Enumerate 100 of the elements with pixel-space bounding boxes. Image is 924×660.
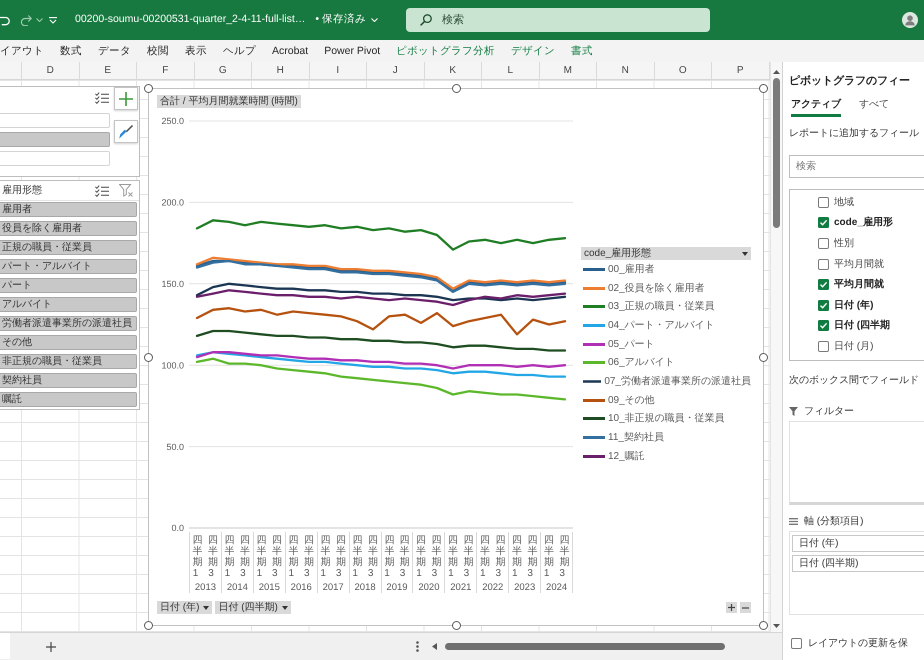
slicer-item[interactable]: 正規の職員・従業員 [0, 240, 137, 255]
resize-handle[interactable] [144, 84, 153, 93]
axis-field-button[interactable]: 日付 (四半期) [215, 601, 291, 614]
slicer-item[interactable]: 嘱託 [0, 392, 137, 407]
y-axis-label: 150.0 [161, 279, 184, 289]
year-label: 2021 [449, 582, 472, 593]
search-field[interactable]: 検索 [789, 155, 924, 178]
chart-styles-button[interactable] [114, 120, 138, 143]
field-checkbox[interactable]: 地域 [818, 192, 924, 213]
column-header[interactable]: M [540, 62, 597, 79]
ribbon-tab[interactable]: 表示 [177, 40, 215, 62]
save-status-button[interactable]: • 保存済み [315, 13, 378, 27]
defer-update-checkbox[interactable]: レイアウトの更新を保 [789, 637, 924, 650]
clear-filter-icon[interactable] [119, 184, 133, 197]
vertical-scrollbar[interactable] [770, 62, 782, 632]
x-axis-label: 四半期1 [416, 535, 426, 579]
column-header[interactable]: K [424, 62, 482, 79]
hint-text: 次のボックス間でフィールド [789, 374, 920, 387]
slicer-item[interactable]: その他 [0, 335, 137, 350]
column-header[interactable]: I [310, 62, 367, 79]
field-checkbox[interactable]: 平均月間就 [818, 254, 924, 274]
x-axis-label: 四半期1 [480, 535, 490, 579]
ribbon-tab[interactable]: Acrobat [264, 40, 316, 62]
resize-handle[interactable] [452, 84, 460, 93]
legend-field-button[interactable]: code_雇用形態 [581, 247, 751, 260]
slicer-item[interactable]: 雇用者 [0, 202, 137, 217]
resize-handle[interactable] [759, 84, 768, 93]
resize-handle[interactable] [144, 352, 153, 362]
resize-handle[interactable] [759, 352, 768, 362]
plus-icon [728, 604, 735, 611]
undo-icon[interactable] [0, 14, 10, 26]
chart-elements-button[interactable] [114, 87, 138, 110]
ribbon-tab[interactable]: データ [90, 40, 139, 62]
slicer-item[interactable]: 契約社員 [0, 373, 137, 388]
column-header[interactable]: D [22, 62, 80, 79]
axis-field-button[interactable]: 日付 (年) [157, 601, 212, 614]
pane-tab[interactable]: すべて [859, 98, 889, 117]
scrollbar-thumb[interactable] [773, 78, 780, 228]
slicer-item[interactable]: 非正規の職員・従業員 [0, 354, 137, 369]
slicer-item[interactable]: パート・アルバイト [0, 259, 137, 274]
redo-icon[interactable] [20, 14, 32, 26]
column-header[interactable]: E [80, 62, 137, 79]
brush-icon [119, 124, 133, 138]
ribbon-tab[interactable]: 校閲 [139, 40, 177, 62]
field-checkbox[interactable]: 日付 (月) [818, 336, 924, 357]
scroll-up-icon[interactable] [773, 70, 780, 74]
value-field-button[interactable]: 合計 / 平均月間就業時間 (時間) [157, 95, 301, 108]
slicer-item[interactable]: パート [0, 278, 137, 293]
slicer-item[interactable]: 労働者派遣事業所の派遣社員 [0, 316, 137, 331]
collapse-field-button[interactable] [740, 602, 751, 613]
scroll-down-icon[interactable] [773, 624, 780, 628]
multi-select-icon[interactable] [95, 92, 109, 104]
column-header[interactable]: J [367, 62, 424, 79]
scroll-left-icon[interactable] [432, 643, 437, 650]
area-field-item[interactable]: 日付 (年) [792, 535, 924, 552]
legend-label: 00_雇用者 [608, 262, 655, 276]
x-axis-label: 四半期3 [240, 535, 250, 579]
field-checkbox[interactable]: 性別 [818, 233, 924, 254]
resize-handle[interactable] [759, 621, 768, 630]
multi-select-icon[interactable] [95, 184, 109, 196]
column-header[interactable]: G [194, 62, 252, 79]
column-header[interactable]: O [654, 62, 712, 79]
legend-label: 11_契約社員 [608, 431, 664, 444]
ribbon-tab[interactable]: デザイン [503, 40, 564, 62]
slicer-item[interactable]: アルバイト [0, 297, 137, 312]
x-axis-label: 四半期1 [544, 535, 554, 579]
ribbon-tab[interactable]: 書式 [563, 40, 602, 62]
dropdown-arrow-icon [282, 606, 288, 610]
column-header[interactable]: N [597, 62, 654, 79]
more-icon[interactable] [416, 641, 419, 652]
customize-caret-icon[interactable] [49, 16, 57, 24]
field-checkbox[interactable]: 平均月間就 [818, 274, 924, 295]
x-axis-label: 四半期1 [512, 535, 522, 579]
ribbon-tab[interactable]: 数式 [52, 40, 90, 62]
ribbon-tab[interactable]: ピボットグラフ分析 [388, 40, 504, 62]
avatar-icon[interactable] [902, 12, 918, 28]
ribbon-tab[interactable]: ヘルプ [215, 40, 264, 62]
resize-handle[interactable] [144, 621, 153, 630]
ribbon-tab[interactable]: イアウト [0, 40, 52, 62]
legend-label: 09_その他 [608, 394, 655, 407]
ribbon-tab[interactable]: Power Pivot [316, 40, 388, 62]
x-axis-label: 四半期3 [432, 535, 442, 579]
area-field-item[interactable]: 日付 (四半期) [792, 555, 924, 572]
search-field[interactable]: 検索 [406, 8, 710, 32]
column-header[interactable]: F [137, 62, 194, 79]
file-name[interactable]: 00200-soumu-00200531-quarter_2-4-11-full-list… [75, 13, 306, 27]
field-checkbox[interactable]: code_雇用形 [818, 212, 924, 234]
resize-handle[interactable] [452, 621, 460, 630]
x-axis-label: 四半期3 [527, 535, 538, 579]
column-header[interactable]: H [252, 62, 310, 79]
x-axis-label: 四半期3 [400, 535, 410, 579]
caret-icon[interactable] [36, 18, 43, 22]
expand-field-button[interactable] [726, 602, 737, 613]
year-label: 2023 [513, 582, 536, 593]
scrollbar-thumb[interactable] [445, 643, 725, 650]
field-checkbox[interactable]: 日付 (四半期 [818, 316, 924, 336]
field-checkbox[interactable]: 日付 (年) [818, 294, 924, 316]
slicer-item[interactable]: 役員を除く雇用者 [0, 221, 137, 236]
pane-tab[interactable]: アクティブ [791, 98, 841, 117]
column-header[interactable]: L [482, 62, 540, 79]
